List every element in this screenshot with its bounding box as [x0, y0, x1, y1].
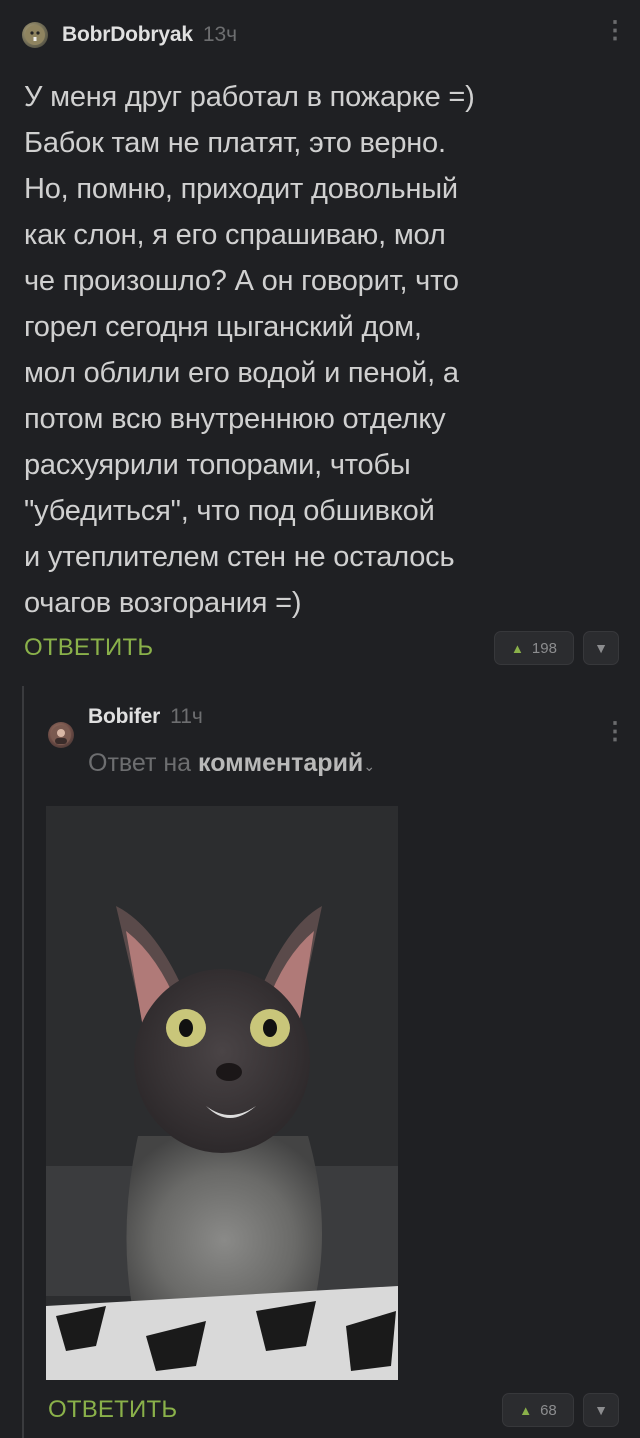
comment-time: 11ч — [170, 705, 203, 728]
reply-button[interactable]: ОТВЕТИТЬ — [24, 634, 153, 662]
comment2-header — [48, 704, 74, 748]
comment1-header: BobrDobryak 13ч — [22, 22, 237, 48]
arrow-down-icon: ▼ — [594, 640, 608, 656]
more-vertical-icon[interactable]: ⋮ — [603, 720, 627, 744]
upvote-button[interactable]: ▲ 198 — [494, 631, 574, 665]
rating-count: 198 — [531, 639, 557, 657]
reply-to-prefix: Ответ на — [88, 749, 192, 777]
author-name[interactable]: Bobifer — [88, 705, 160, 729]
upvote-button[interactable]: ▲ 68 — [502, 1393, 574, 1427]
reply-to-link[interactable]: Ответ на комментарий⌄ — [88, 749, 375, 778]
cat-photo — [46, 806, 398, 1380]
reply-button[interactable]: ОТВЕТИТЬ — [48, 1396, 177, 1424]
comment-body: У меня друг работал в пожарке =) Бабок т… — [24, 81, 475, 619]
arrow-down-icon: ▼ — [594, 1402, 608, 1418]
more-vertical-icon[interactable]: ⋮ — [603, 19, 627, 43]
reply-to-target[interactable]: комментарий — [198, 749, 363, 777]
avatar[interactable] — [48, 722, 74, 748]
avatar[interactable] — [22, 22, 48, 48]
downvote-button[interactable]: ▼ — [583, 1393, 619, 1427]
comment-image[interactable] — [46, 806, 398, 1380]
rating-count: 68 — [540, 1401, 557, 1419]
comment-time: 13ч — [202, 23, 238, 46]
arrow-up-icon: ▲ — [519, 1402, 533, 1418]
author-name[interactable]: BobrDobryak — [62, 23, 193, 47]
arrow-up-icon: ▲ — [511, 640, 524, 656]
beaver-avatar-icon — [25, 25, 45, 45]
thread-line — [22, 686, 24, 1438]
user-avatar-icon — [51, 725, 71, 745]
chevron-down-icon[interactable]: ⌄ — [363, 758, 375, 774]
comment2-author-row: Bobifer 11ч — [88, 705, 203, 729]
downvote-button[interactable]: ▼ — [583, 631, 619, 665]
